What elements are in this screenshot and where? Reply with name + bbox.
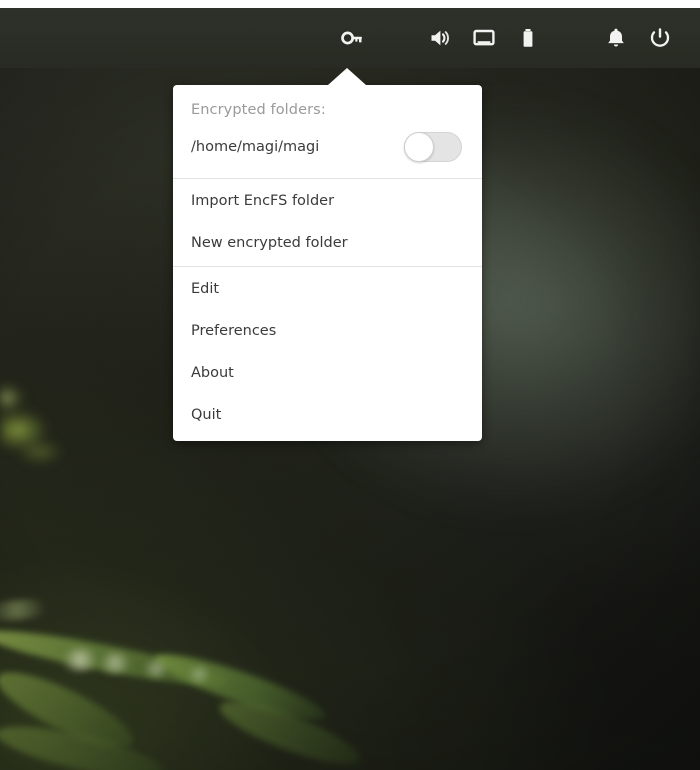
folders-section: Encrypted folders: /home/magi/magi	[173, 85, 482, 178]
toggle-knob	[404, 132, 434, 162]
notification-bell-icon[interactable]	[594, 8, 638, 68]
desktop: Encrypted folders: /home/magi/magi Impor…	[0, 0, 700, 770]
actions-section: Import EncFS folder New encrypted folder	[173, 179, 482, 266]
menu-item-preferences[interactable]: Preferences	[173, 310, 482, 352]
folder-row: /home/magi/magi	[173, 126, 482, 178]
menu-item-import-encfs-folder[interactable]: Import EncFS folder	[173, 179, 482, 222]
volume-icon[interactable]	[418, 8, 462, 68]
menu-header-label: Encrypted folders:	[191, 102, 326, 118]
folder-path-label: /home/magi/magi	[191, 139, 320, 155]
folder-mount-toggle[interactable]	[404, 132, 462, 162]
menu-arrow-pointer	[328, 68, 366, 85]
options-section: Edit Preferences About Quit	[173, 267, 482, 439]
menu-item-new-encrypted-folder[interactable]: New encrypted folder	[173, 222, 482, 266]
system-tray	[330, 8, 700, 68]
top-white-strip	[0, 0, 700, 8]
key-icon[interactable]	[330, 8, 374, 68]
encrypted-folders-menu: Encrypted folders: /home/magi/magi Impor…	[173, 68, 482, 441]
menu-item-about[interactable]: About	[173, 352, 482, 394]
menu-item-quit[interactable]: Quit	[173, 394, 482, 439]
top-panel	[0, 8, 700, 68]
display-icon[interactable]	[462, 8, 506, 68]
battery-icon[interactable]	[506, 8, 550, 68]
power-icon[interactable]	[638, 8, 682, 68]
menu-item-edit[interactable]: Edit	[173, 267, 482, 310]
